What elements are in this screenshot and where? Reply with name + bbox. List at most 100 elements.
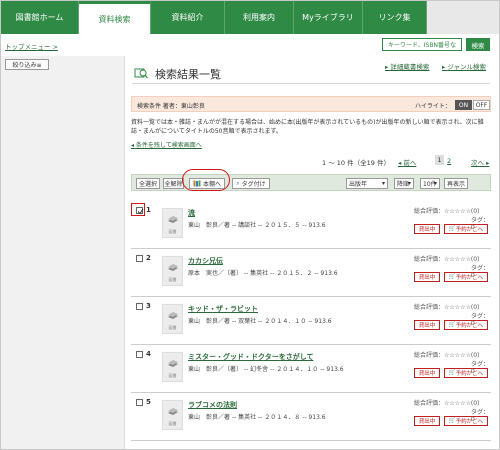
- cart-icon: 🛒: [448, 322, 456, 328]
- tag-button[interactable]: ⌕ タグ付け: [232, 178, 270, 189]
- result-number: 2: [146, 254, 151, 262]
- book-thumbnail: 図書: [162, 256, 183, 286]
- reserve-button[interactable]: 🛒 予約かごへ: [444, 368, 488, 378]
- reserve-button[interactable]: 🛒 予約かごへ: [444, 224, 488, 234]
- thumbnail-label: 図書: [168, 229, 177, 234]
- cart-icon: 🛒: [448, 370, 456, 376]
- result-checkbox[interactable]: [136, 255, 143, 262]
- reserve-button[interactable]: 🛒 予約かごへ: [444, 272, 488, 282]
- book-icon: [168, 408, 178, 415]
- search-condition-bar: 検索条件 著者：東山彰良 ハイライト： ON OFF: [131, 96, 491, 112]
- result-description: 原本 実也／〔著〕 -- 集英社 -- ２０１５．２ -- 913.6: [188, 270, 338, 277]
- result-row: 3 図書 キッド・ザ・ラビット 東山 彰良／著 -- 双葉社 -- ２０１４．１…: [131, 297, 491, 345]
- info-text: 資料一覧では本・雑誌・まんがが混在する場合は、始めに本(出版年が表示されているも…: [131, 119, 484, 135]
- page-2[interactable]: 2: [447, 157, 451, 165]
- checkbox-highlight: [131, 203, 145, 216]
- breadcrumb[interactable]: トップメニュー >: [5, 41, 58, 51]
- highlight-on-button[interactable]: ON: [455, 100, 472, 110]
- book-icon: [168, 360, 178, 367]
- tab-my-library[interactable]: Myライブラリ: [294, 1, 363, 34]
- result-number: 4: [146, 350, 151, 358]
- result-number: 5: [146, 398, 151, 406]
- back-to-search-label: 条件を残して検索画面へ: [135, 142, 202, 149]
- result-row: 1 図書 流 東山 彰良／著 -- 講談社 -- ２０１５．５ -- 913.6…: [131, 201, 491, 249]
- rating: 総合評価：☆☆☆☆☆(0): [414, 352, 480, 359]
- result-number: 1: [146, 206, 151, 214]
- select-all-button[interactable]: 全選択: [136, 178, 160, 189]
- result-count: 1 〜 10 件（全19 件）: [322, 159, 390, 167]
- rating: 総合評価：☆☆☆☆☆(0): [414, 256, 480, 263]
- result-row: 5 図書 ラブコメの法則 東山 彰良／著 -- 集英社 -- ２０１４．８ --…: [131, 393, 491, 441]
- book-search-icon: [134, 68, 148, 79]
- book-thumbnail: 図書: [162, 352, 183, 382]
- sort-order-select[interactable]: 降順: [394, 178, 414, 189]
- rating: 総合評価：☆☆☆☆☆(0): [414, 208, 480, 215]
- thumbnail-label: 図書: [168, 373, 177, 378]
- rating: 総合評価：☆☆☆☆☆(0): [414, 304, 480, 311]
- reserve-label: 予約かごへ: [455, 227, 484, 233]
- book-thumbnail: 図書: [162, 400, 183, 430]
- lent-status-badge[interactable]: 貸出中: [414, 320, 440, 330]
- prev-label: 前へ: [403, 159, 417, 167]
- tab-library-home[interactable]: 図書館ホーム: [1, 1, 79, 34]
- lent-status-badge[interactable]: 貸出中: [414, 272, 440, 282]
- thumbnail-label: 図書: [168, 325, 177, 330]
- result-checkbox[interactable]: [136, 399, 143, 406]
- thumbnail-label: 図書: [168, 277, 177, 282]
- tab-links[interactable]: リンク集: [363, 1, 427, 34]
- refine-button[interactable]: 絞り込み≡: [5, 59, 49, 70]
- tab-guide[interactable]: 利用案内: [225, 1, 294, 34]
- book-icon: [168, 264, 178, 271]
- cart-icon: 🛒: [448, 274, 456, 280]
- reserve-label: 予約かごへ: [455, 275, 484, 281]
- highlight-ring: [182, 169, 230, 191]
- result-title-link[interactable]: カカシ兄伝: [188, 256, 223, 266]
- genre-search-link[interactable]: ▸ ジャンル検索: [442, 61, 486, 71]
- sidebar: 絞り込み≡: [1, 56, 125, 449]
- rating: 総合評価：☆☆☆☆☆(0): [414, 400, 480, 407]
- prev-page-link[interactable]: ◂ 前へ: [398, 157, 416, 167]
- result-title-link[interactable]: ミスター・グッド・ドクターをさがして: [188, 352, 314, 362]
- lent-status-badge[interactable]: 貸出中: [414, 224, 440, 234]
- result-title-link[interactable]: 流: [188, 208, 195, 218]
- page-1[interactable]: 1: [435, 155, 444, 165]
- tab-search[interactable]: 資料検索: [79, 1, 151, 34]
- result-checkbox[interactable]: [136, 351, 143, 358]
- highlight-label: ハイライト：: [415, 103, 451, 110]
- sort-field-select[interactable]: 出版年: [346, 178, 388, 189]
- clear-all-button[interactable]: 全解除: [163, 178, 184, 189]
- redisplay-button[interactable]: 再表示: [444, 178, 468, 189]
- genre-search-label: ジャンル検索: [447, 63, 487, 71]
- result-checkbox[interactable]: [136, 303, 143, 310]
- reserve-label: 予約かごへ: [455, 323, 484, 329]
- result-row: 4 図書 ミスター・グッド・ドクターをさがして 東山 彰良／〔著〕 -- 幻冬舎…: [131, 345, 491, 393]
- result-description: 東山 彰良／〔著〕 -- 幻冬舎 -- ２０１４．１０ -- 913.6: [188, 366, 344, 373]
- reserve-button[interactable]: 🛒 予約かごへ: [444, 416, 488, 426]
- result-title-link[interactable]: キッド・ザ・ラビット: [188, 304, 258, 314]
- quick-search-input[interactable]: キーワード、ISBN番号な: [382, 38, 462, 51]
- lent-status-badge[interactable]: 貸出中: [414, 368, 440, 378]
- detail-search-link[interactable]: ▸ 詳細蔵書検索: [385, 61, 429, 71]
- quick-search-button[interactable]: 検索: [466, 38, 490, 51]
- book-thumbnail: 図書: [162, 208, 183, 238]
- result-description: 東山 彰良／著 -- 講談社 -- ２０１５．５ -- 913.6: [188, 222, 326, 229]
- thumbnail-label: 図書: [168, 421, 177, 426]
- reserve-label: 予約かごへ: [455, 371, 484, 377]
- tag-icon: ⌕: [236, 179, 240, 187]
- nav-spacer: [427, 1, 499, 34]
- lent-status-badge[interactable]: 貸出中: [414, 416, 440, 426]
- tab-introduction[interactable]: 資料紹介: [151, 1, 225, 34]
- title-divider: [132, 83, 490, 84]
- result-title-link[interactable]: ラブコメの法則: [188, 400, 237, 410]
- reserve-label: 予約かごへ: [455, 419, 484, 425]
- result-description: 東山 彰良／著 -- 集英社 -- ２０１４．８ -- 913.6: [188, 414, 326, 421]
- main-nav: 図書館ホーム 資料検索 資料紹介 利用案内 Myライブラリ リンク集: [1, 1, 499, 34]
- back-to-search-link[interactable]: ◂ 条件を残して検索画面へ: [131, 140, 202, 149]
- search-condition: 検索条件 著者：東山彰良: [137, 103, 205, 110]
- highlight-off-button[interactable]: OFF: [473, 100, 490, 110]
- cart-icon: 🛒: [448, 418, 456, 424]
- next-label: 次へ: [471, 159, 484, 167]
- next-page-link[interactable]: 次へ ▸: [471, 157, 489, 167]
- per-page-select[interactable]: 10件: [420, 178, 440, 189]
- reserve-button[interactable]: 🛒 予約かごへ: [444, 320, 488, 330]
